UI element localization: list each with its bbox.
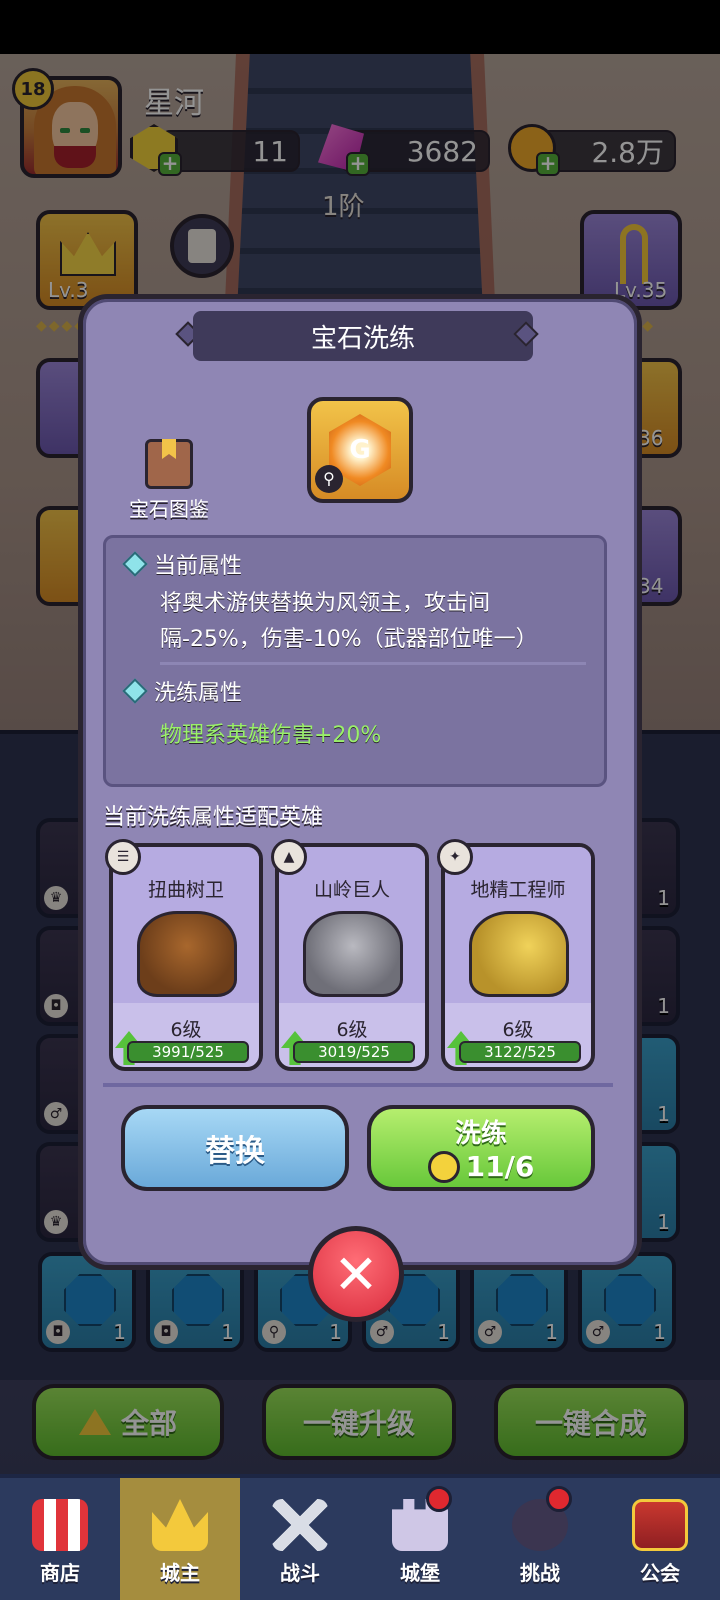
nav-challenge[interactable]: 挑战: [480, 1478, 600, 1600]
hero-type-icon: ☰: [105, 839, 141, 875]
hero-card[interactable]: ✦ 地精工程师 6级 3122/525: [437, 839, 595, 1071]
gem-codex-button[interactable]: 宝石图鉴: [109, 439, 229, 522]
refine-cost: 11/6: [465, 1150, 535, 1183]
hero-progress: 3991/525: [127, 1041, 249, 1063]
fitting-heroes-title: 当前洗练属性适配英雄: [103, 805, 324, 830]
mountain-giant-portrait: [303, 911, 403, 997]
gem-refine-modal: 宝石洗练 宝石图鉴 G ⚲ 当前属性 将奥术游侠替换为风领主，攻击间隔-25%，…: [78, 294, 642, 1270]
book-icon: [145, 439, 193, 489]
nav-shop-label: 商店: [40, 1561, 80, 1585]
shop-icon: [32, 1499, 88, 1551]
hero-progress: 3019/525: [293, 1041, 415, 1063]
hero-level: 6级: [170, 1019, 202, 1041]
goblin-engineer-portrait: [469, 911, 569, 997]
nav-challenge-label: 挑战: [520, 1561, 560, 1585]
refine-label: 洗练: [454, 1119, 507, 1149]
hero-name: 山岭巨人: [313, 879, 390, 901]
refine-button[interactable]: 洗练 11/6: [367, 1105, 595, 1191]
challenge-notification-dot: [546, 1486, 572, 1512]
hero-card[interactable]: ☰ 扭曲树卫 6级 3991/525: [105, 839, 263, 1071]
swords-icon: [272, 1499, 328, 1551]
hero-progress: 3122/525: [459, 1041, 581, 1063]
attribute-panel: 当前属性 将奥术游侠替换为风领主，攻击间隔-25%，伤害-10%（武器部位唯一）…: [103, 535, 607, 787]
hero-name: 地精工程师: [470, 879, 566, 901]
gold-gem-cost-icon: [427, 1150, 460, 1183]
bottom-nav: 商店 城主 战斗 城堡 挑战 公会: [0, 1474, 720, 1600]
treant-portrait: [137, 911, 237, 997]
diamond-bullet-icon: [122, 551, 148, 577]
nav-battle-label: 战斗: [280, 1561, 320, 1585]
diamond-bullet-icon: [122, 678, 148, 704]
staff-type-icon: ⚲: [315, 465, 343, 493]
crown-nav-icon: [152, 1499, 208, 1551]
refine-attr-text: 物理系英雄伤害+20%: [160, 723, 382, 748]
close-icon[interactable]: ✕: [308, 1226, 404, 1322]
hero-name: 扭曲树卫: [147, 879, 224, 901]
replace-label: 替换: [205, 1134, 265, 1169]
guild-banner-icon: [632, 1499, 688, 1551]
nav-castle-label: 城堡: [400, 1561, 440, 1585]
modal-divider: [103, 1083, 613, 1087]
hero-type-icon: ✦: [437, 839, 473, 875]
nav-lord-label: 城主: [160, 1561, 200, 1585]
attr-divider: [160, 662, 586, 665]
nav-guild[interactable]: 公会: [600, 1478, 720, 1600]
nav-shop[interactable]: 商店: [0, 1478, 120, 1600]
hero-level: 6级: [502, 1019, 534, 1041]
refine-attr-title: 洗练属性: [154, 681, 243, 706]
modal-title: 宝石洗练: [193, 311, 533, 361]
replace-button[interactable]: 替换: [121, 1105, 349, 1191]
current-attr-text: 将奥术游侠替换为风领主，攻击间隔-25%，伤害-10%（武器部位唯一）: [160, 591, 538, 652]
current-attr-header: 当前属性: [122, 548, 586, 580]
castle-notification-dot: [426, 1486, 452, 1512]
selected-gem[interactable]: G ⚲: [307, 397, 413, 503]
nav-lord[interactable]: 城主: [120, 1478, 240, 1600]
hero-card[interactable]: ▲ 山岭巨人 6级 3019/525: [271, 839, 429, 1071]
nav-castle[interactable]: 城堡: [360, 1478, 480, 1600]
gem-codex-label: 宝石图鉴: [129, 497, 209, 521]
hero-type-icon: ▲: [271, 839, 307, 875]
refine-attr-header: 洗练属性: [122, 675, 586, 707]
hero-level: 6级: [336, 1019, 368, 1041]
nav-guild-label: 公会: [640, 1561, 680, 1585]
current-attr-title: 当前属性: [154, 554, 243, 579]
nav-battle[interactable]: 战斗: [240, 1478, 360, 1600]
